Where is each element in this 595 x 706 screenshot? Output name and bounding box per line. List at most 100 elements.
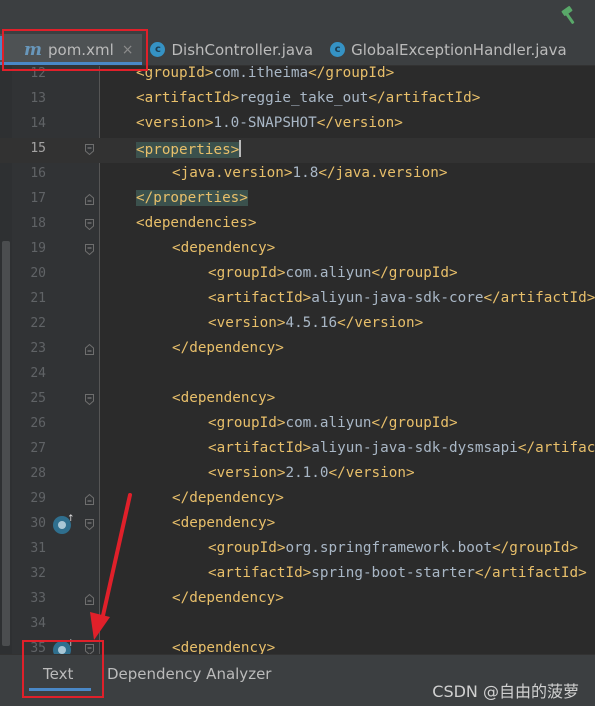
- xml-tag: </dependency>: [172, 590, 284, 606]
- arrow-up-icon: ↑: [67, 639, 75, 649]
- fold-open-icon[interactable]: [85, 244, 94, 255]
- code-text: <groupId>com.aliyun</groupId>: [208, 415, 458, 431]
- line-number: 20: [30, 266, 46, 281]
- code-line[interactable]: 24: [0, 363, 595, 388]
- xml-value: 4.5.16: [285, 315, 338, 331]
- xml-tag: </artifactId>: [474, 565, 587, 581]
- fold-open-icon[interactable]: [85, 219, 94, 230]
- tab-dish-controller[interactable]: c DishController.java: [142, 34, 322, 65]
- xml-value: com.itheima: [213, 66, 309, 81]
- code-line[interactable]: 22 <version>4.5.16</version>: [0, 313, 595, 338]
- line-number: 25: [30, 391, 46, 406]
- xml-tag: </dependency>: [172, 490, 284, 506]
- xml-tag: </version>: [328, 465, 415, 481]
- fold-open-icon[interactable]: [85, 394, 94, 405]
- xml-tag: <groupId>: [208, 540, 286, 556]
- code-line[interactable]: 25 <dependency>: [0, 388, 595, 413]
- line-number: 35: [30, 641, 46, 654]
- xml-tag: <version>: [208, 465, 286, 481]
- code-line[interactable]: 15 <properties>: [0, 138, 595, 163]
- xml-value: 1.8: [292, 165, 319, 181]
- line-number: 24: [30, 366, 46, 381]
- fold-open-icon[interactable]: [85, 144, 94, 155]
- code-text: <artifactId>spring-boot-starter</artifac…: [208, 565, 587, 581]
- code-text: <dependency>: [172, 515, 275, 531]
- line-number: 28: [30, 466, 46, 481]
- xml-tag: <dependencies>: [136, 215, 257, 231]
- tab-global-exception-handler[interactable]: c GlobalExceptionHandler.java: [322, 34, 576, 65]
- fold-close-icon[interactable]: [85, 494, 94, 505]
- xml-tag: <properties>: [136, 142, 240, 158]
- code-text: <dependencies>: [136, 215, 257, 231]
- xml-value: aliyun-java-sdk-dysmsapi: [311, 440, 518, 456]
- code-line[interactable]: 19 <dependency>: [0, 238, 595, 263]
- active-tab-marker: [0, 36, 4, 60]
- code-text: <artifactId>reggie_take_out</artifactId>: [136, 90, 480, 106]
- line-number: 17: [30, 191, 46, 206]
- code-line[interactable]: 35 ↑ <dependency>: [0, 638, 595, 654]
- editor-tab-bar: m pom.xml × c DishController.java c Glob…: [0, 34, 595, 66]
- text-caret: [239, 140, 241, 157]
- line-number: 19: [30, 241, 46, 256]
- code-line[interactable]: 20 <groupId>com.aliyun</groupId>: [0, 263, 595, 288]
- code-line[interactable]: 17 </properties>: [0, 188, 595, 213]
- fold-close-icon[interactable]: [85, 194, 94, 205]
- code-text: <groupId>com.aliyun</groupId>: [208, 265, 458, 281]
- code-line[interactable]: 18 <dependencies>: [0, 213, 595, 238]
- fold-close-icon[interactable]: [85, 344, 94, 355]
- xml-value: com.aliyun: [285, 415, 372, 431]
- code-line[interactable]: 26 <groupId>com.aliyun</groupId>: [0, 413, 595, 438]
- code-line[interactable]: 21 <artifactId>aliyun-java-sdk-core</arti…: [0, 288, 595, 313]
- line-number: 29: [30, 491, 46, 506]
- xml-tag: <java.version>: [172, 165, 293, 181]
- build-hammer-icon[interactable]: [559, 5, 581, 27]
- code-line[interactable]: 32 <artifactId>spring-boot-starter</artif…: [0, 563, 595, 588]
- xml-tag: <dependency>: [172, 240, 276, 256]
- gutter-override-icon[interactable]: ↑: [53, 514, 75, 534]
- fold-close-icon[interactable]: [85, 594, 94, 605]
- line-number: 32: [30, 566, 46, 581]
- xml-tag: </groupId>: [308, 66, 395, 81]
- fold-open-icon[interactable]: [85, 519, 94, 530]
- code-text: <groupId>com.itheima</groupId>: [136, 66, 394, 81]
- code-line[interactable]: 34: [0, 613, 595, 638]
- code-line[interactable]: 31 <groupId>org.springframework.boot</gro…: [0, 538, 595, 563]
- gutter-override-icon[interactable]: ↑: [53, 639, 75, 654]
- xml-value: reggie_take_out: [239, 90, 369, 106]
- xml-tag: <version>: [208, 315, 286, 331]
- xml-tag: <artifactId>: [208, 440, 312, 456]
- java-class-icon: c: [150, 42, 166, 57]
- xml-tag: </groupId>: [492, 540, 579, 556]
- xml-tag: <artifactId>: [208, 290, 312, 306]
- tab-pom-xml[interactable]: m pom.xml ×: [0, 34, 143, 65]
- xml-tag: <artifactId>: [136, 90, 240, 106]
- code-text: <version>1.0-SNAPSHOT</version>: [136, 115, 403, 131]
- tab-dependency-analyzer[interactable]: Dependency Analyzer: [107, 665, 271, 683]
- code-line[interactable]: 16 <java.version>1.8</java.version>: [0, 163, 595, 188]
- line-number: 22: [30, 316, 46, 331]
- code-line[interactable]: 33 </dependency>: [0, 588, 595, 613]
- code-text: <dependency>: [172, 240, 275, 256]
- close-icon[interactable]: ×: [122, 42, 134, 58]
- xml-tag: <groupId>: [136, 66, 214, 81]
- code-line[interactable]: 12 <groupId>com.itheima</groupId>: [0, 66, 595, 88]
- code-line[interactable]: 23 </dependency>: [0, 338, 595, 363]
- code-text: <dependency>: [172, 390, 275, 406]
- xml-tag: </groupId>: [371, 265, 458, 281]
- code-line[interactable]: 14 <version>1.0-SNAPSHOT</version>: [0, 113, 595, 138]
- xml-tag: </dependency>: [172, 340, 284, 356]
- code-line[interactable]: 27 <artifactId>aliyun-java-sdk-dysmsapi</…: [0, 438, 595, 463]
- fold-open-icon[interactable]: [85, 644, 94, 654]
- code-line[interactable]: 29 </dependency>: [0, 488, 595, 513]
- code-editor[interactable]: 12 <groupId>com.itheima</groupId> 13 <artif…: [0, 66, 595, 654]
- line-number: 30: [30, 516, 46, 531]
- line-number: 21: [30, 291, 46, 306]
- code-line[interactable]: 13 <artifactId>reggie_take_out</artifactI…: [0, 88, 595, 113]
- tab-text[interactable]: Text: [43, 665, 73, 683]
- line-number: 34: [30, 616, 46, 631]
- code-line[interactable]: 28 <version>2.1.0</version>: [0, 463, 595, 488]
- code-text: <dependency>: [172, 640, 275, 654]
- code-text: <artifactId>aliyun-java-sdk-core</artifa…: [208, 290, 595, 306]
- code-line[interactable]: 30 ↑ <dependency>: [0, 513, 595, 538]
- title-bar: [0, 0, 595, 34]
